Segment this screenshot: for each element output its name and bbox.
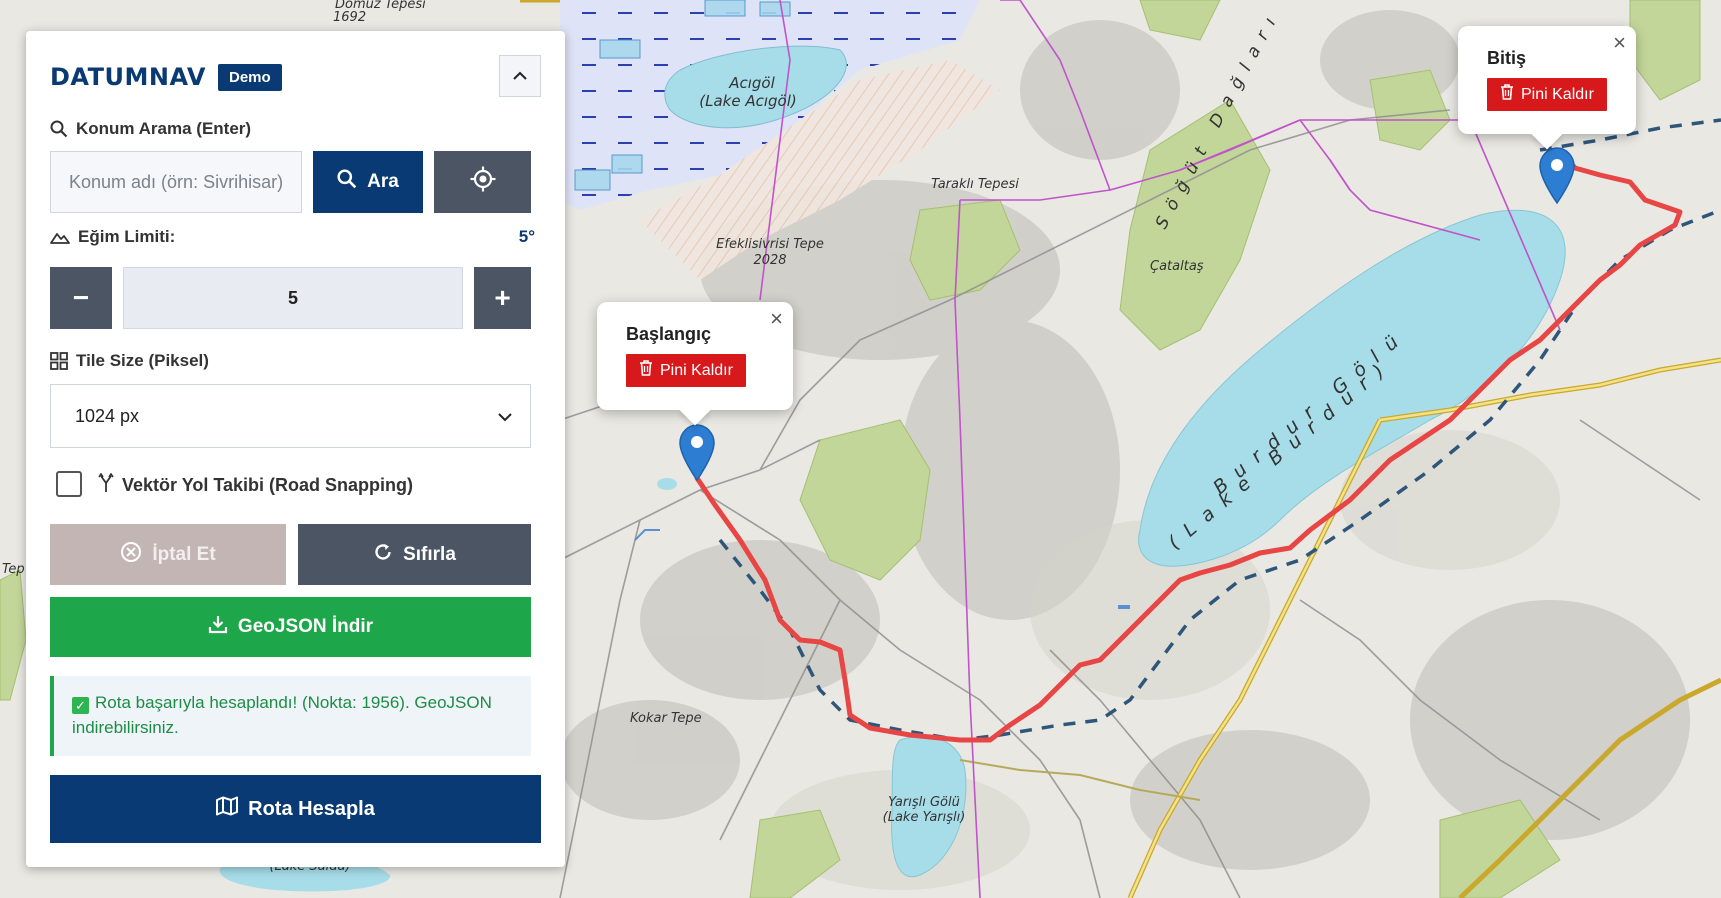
end-popup: Bitiş × Pini Kaldır xyxy=(1458,26,1636,150)
tile-size-select[interactable]: 1024 px xyxy=(50,384,531,448)
map-label-catalcas: Çataltaş xyxy=(1150,259,1204,274)
calculate-route-label: Rota Hesapla xyxy=(248,797,375,820)
map-label-acigol: Acıgöl xyxy=(728,74,775,92)
tile-size-label-text: Tile Size (Piksel) xyxy=(76,351,209,370)
minus-icon: − xyxy=(72,282,90,313)
map-label-acigol-en: (Lake Acıgöl) xyxy=(699,92,796,110)
search-button[interactable]: Ara xyxy=(313,151,423,213)
slope-stepper-value[interactable]: 5 xyxy=(123,267,463,329)
chevron-up-icon xyxy=(513,67,527,85)
download-button-label: GeoJSON İndir xyxy=(237,616,374,637)
cancel-button[interactable]: İptal Et xyxy=(50,524,286,585)
cancel-circle-icon xyxy=(120,541,142,569)
search-label: Konum Arama (Enter) xyxy=(50,119,251,139)
slope-decrease-button[interactable]: − xyxy=(50,267,112,329)
map-label-yarisli: Yarışlı Gölü xyxy=(888,795,960,810)
locate-me-button[interactable] xyxy=(434,151,531,213)
fork-icon xyxy=(98,472,114,498)
cancel-button-label: İptal Et xyxy=(152,543,216,565)
map-label-kokar: Kokar Tepe xyxy=(630,711,702,726)
demo-badge: Demo xyxy=(217,63,282,91)
slope-label: Eğim Limiti: xyxy=(50,227,175,247)
search-icon xyxy=(337,169,357,195)
map-label-tarakli: Taraklı Tepesi xyxy=(931,177,1019,192)
end-pin-marker[interactable] xyxy=(1538,146,1576,205)
start-pin-marker[interactable] xyxy=(678,423,716,482)
search-icon xyxy=(50,120,68,138)
close-icon[interactable]: × xyxy=(1613,32,1626,54)
road-snapping-label-text: Vektör Yol Takibi (Road Snapping) xyxy=(122,475,414,495)
slope-increase-button[interactable]: + xyxy=(474,267,531,329)
trash-icon xyxy=(1500,84,1514,105)
plus-icon: + xyxy=(494,282,511,313)
collapse-button[interactable] xyxy=(499,55,541,97)
search-button-label: Ara xyxy=(367,171,399,192)
close-icon[interactable]: × xyxy=(770,308,783,330)
remove-end-pin-label: Pini Kaldır xyxy=(1521,85,1594,103)
panel-header: DATUMNAV Demo xyxy=(50,61,282,93)
calculate-route-button[interactable]: Rota Hesapla xyxy=(50,775,541,843)
mountain-icon xyxy=(50,230,70,244)
reset-button[interactable]: Sıfırla xyxy=(298,524,531,585)
search-input[interactable] xyxy=(50,151,302,213)
slope-value-display: 5° xyxy=(518,227,535,246)
remove-end-pin-button[interactable]: Pini Kaldır xyxy=(1487,78,1607,111)
search-label-text: Konum Arama (Enter) xyxy=(76,119,252,138)
start-popup-title: Başlangıç xyxy=(626,324,712,344)
road-snapping-checkbox[interactable] xyxy=(56,471,82,497)
tile-size-selected: 1024 px xyxy=(75,405,140,426)
map-label-efeklisivrisi: Efeklisivrisi Tepe xyxy=(716,237,824,252)
check-icon: ✓ xyxy=(72,697,89,714)
map-label-yarisli-en: (Lake Yarışlı) xyxy=(883,810,966,825)
end-popup-title: Bitiş xyxy=(1487,48,1527,68)
brand-title: DATUMNAV xyxy=(50,63,206,91)
map-label-domuz-elev: 1692 xyxy=(333,10,366,25)
crosshair-icon xyxy=(470,166,496,198)
slope-label-text: Eğim Limiti: xyxy=(78,227,176,246)
grid-icon xyxy=(50,352,68,370)
status-message: ✓ Rota başarıyla hesaplandı! (Nokta: 1956… xyxy=(50,676,531,756)
remove-start-pin-button[interactable]: Pini Kaldır xyxy=(626,354,746,387)
status-message-text: Rota başarıyla hesaplandı! (Nokta: 1956)… xyxy=(72,693,492,737)
trash-icon xyxy=(639,360,653,381)
map-label-efeklisivrisi-elev: 2028 xyxy=(753,253,786,268)
start-popup: Başlangıç × Pini Kaldır xyxy=(597,302,793,426)
download-geojson-button[interactable]: GeoJSON İndir xyxy=(50,597,531,657)
road-snapping-label: Vektör Yol Takibi (Road Snapping) xyxy=(98,472,414,498)
chevron-down-icon xyxy=(498,406,512,427)
reset-button-label: Sıfırla xyxy=(403,543,456,565)
refresh-icon xyxy=(373,542,393,568)
tile-size-label: Tile Size (Piksel) xyxy=(50,351,209,371)
control-panel: DATUMNAV Demo Konum Arama (Enter) Ara Eğ… xyxy=(26,31,565,867)
remove-start-pin-label: Pini Kaldır xyxy=(660,361,733,379)
download-icon xyxy=(208,614,228,640)
map-icon xyxy=(216,796,239,822)
map-label-left-edge: Tep xyxy=(2,562,25,577)
